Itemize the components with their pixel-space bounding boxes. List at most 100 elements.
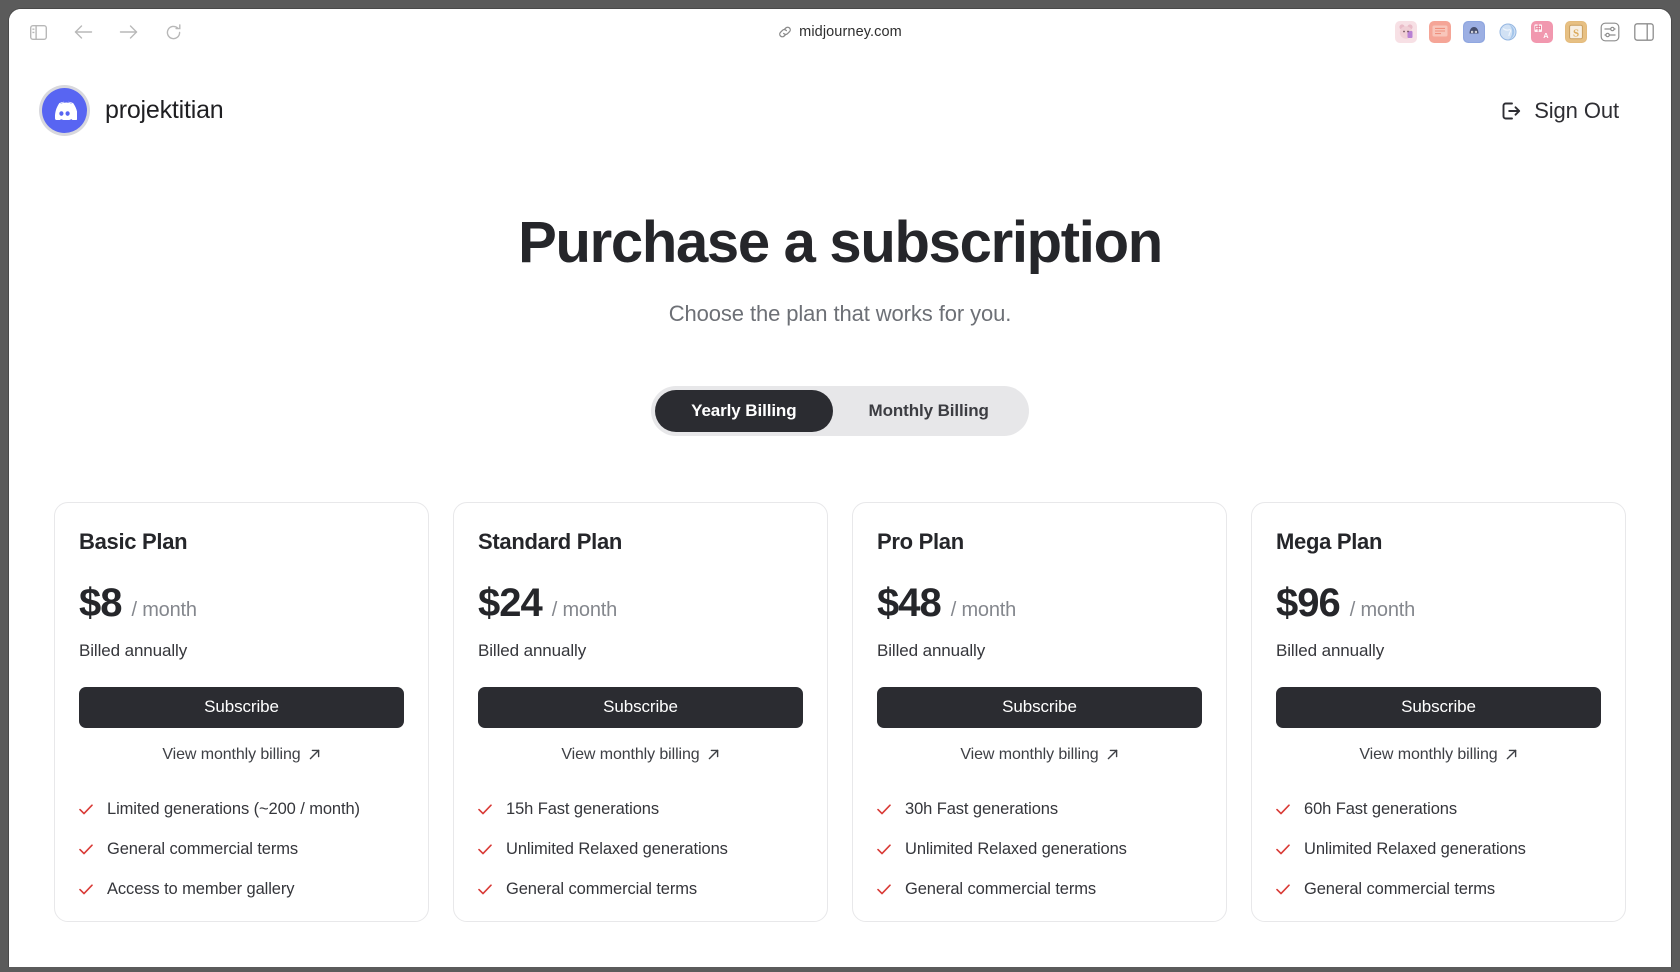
- bear-character-extension-icon[interactable]: [1395, 21, 1417, 43]
- settings-sliders-extension-icon[interactable]: [1599, 21, 1621, 43]
- brand-username: projektitian: [105, 96, 224, 124]
- feature-label: General commercial terms: [1304, 879, 1496, 898]
- back-arrow-icon[interactable]: [70, 19, 96, 45]
- profile-avatar-extension-icon[interactable]: [1463, 21, 1485, 43]
- feature-label: 60h Fast generations: [1304, 799, 1458, 818]
- view-monthly-billing-link[interactable]: View monthly billing: [877, 746, 1202, 764]
- plan-price-row: $96 / month: [1276, 581, 1601, 626]
- feature-label: Unlimited Relaxed generations: [1304, 839, 1526, 858]
- address-bar-inner[interactable]: midjourney.com: [778, 24, 902, 40]
- brand-user[interactable]: projektitian: [42, 88, 224, 133]
- feature-item: Unlimited Relaxed generations: [478, 840, 803, 859]
- s-extension-icon[interactable]: S: [1565, 21, 1587, 43]
- arrow-up-right-icon: [308, 748, 321, 761]
- view-monthly-billing-link[interactable]: View monthly billing: [1276, 746, 1601, 764]
- alt-billing-label: View monthly billing: [960, 745, 1099, 763]
- feature-label: General commercial terms: [905, 879, 1097, 898]
- arrow-up-right-icon: [1505, 748, 1518, 761]
- check-icon: [478, 844, 492, 855]
- plan-name: Standard Plan: [478, 528, 623, 554]
- plan-period: / month: [1349, 598, 1416, 621]
- plan-card-standard: Standard Plan $24 / month Billed annuall…: [453, 501, 828, 922]
- notes-extension-icon[interactable]: [1429, 21, 1451, 43]
- plan-name: Pro Plan: [877, 528, 964, 554]
- billing-period-toggle[interactable]: Yearly Billing Monthly Billing: [651, 385, 1029, 436]
- check-icon: [79, 844, 93, 855]
- feature-item: General commercial terms: [79, 840, 404, 859]
- feature-item: Access to member gallery: [79, 880, 404, 899]
- feature-item: 60h Fast generations: [1276, 800, 1601, 819]
- feature-item: 15h Fast generations: [478, 800, 803, 819]
- desktop-bottom-strip: [0, 967, 1680, 972]
- alt-billing-label: View monthly billing: [162, 745, 301, 763]
- feature-label: 30h Fast generations: [905, 799, 1059, 818]
- subscribe-button[interactable]: Subscribe: [1276, 686, 1601, 728]
- check-icon: [1276, 804, 1290, 815]
- plan-card-pro: Pro Plan $48 / month Billed annually Sub…: [852, 501, 1227, 922]
- check-icon: [1276, 884, 1290, 895]
- plan-billed-note: Billed annually: [1276, 640, 1385, 660]
- feature-item: Unlimited Relaxed generations: [877, 840, 1202, 859]
- feature-label: 15h Fast generations: [506, 799, 660, 818]
- site-header: projektitian Sign Out: [9, 55, 1671, 133]
- sign-out-button[interactable]: Sign Out: [1499, 98, 1619, 124]
- plan-price-row: $48 / month: [877, 581, 1202, 626]
- toggle-monthly-billing[interactable]: Monthly Billing: [833, 390, 1025, 432]
- browser-toolbar: midjourney.com 中 A S: [9, 9, 1671, 55]
- plan-features: 60h Fast generations Unlimited Relaxed g…: [1276, 800, 1601, 899]
- check-icon: [79, 804, 93, 815]
- reload-icon[interactable]: [160, 19, 186, 45]
- feature-item: Unlimited Relaxed generations: [1276, 840, 1601, 859]
- toggle-yearly-billing[interactable]: Yearly Billing: [655, 389, 833, 432]
- sidebar-toggle-icon[interactable]: [25, 19, 51, 45]
- alt-billing-label: View monthly billing: [1359, 745, 1498, 763]
- plan-period: / month: [950, 598, 1017, 621]
- plan-card-basic: Basic Plan $8 / month Billed annually Su…: [54, 501, 429, 922]
- forward-arrow-icon[interactable]: [115, 19, 141, 45]
- check-icon: [877, 844, 891, 855]
- plan-period: / month: [131, 598, 198, 621]
- check-icon: [478, 884, 492, 895]
- pricing-plans: Basic Plan $8 / month Billed annually Su…: [9, 501, 1671, 922]
- plan-card-mega: Mega Plan $96 / month Billed annually Su…: [1251, 501, 1626, 922]
- arrow-up-right-icon: [707, 748, 720, 761]
- view-monthly-billing-link[interactable]: View monthly billing: [79, 746, 404, 764]
- side-panel-extension-icon[interactable]: [1633, 21, 1655, 43]
- subscribe-button[interactable]: Subscribe: [877, 686, 1202, 728]
- plan-price-row: $8 / month: [79, 581, 404, 626]
- browser-nav-controls: [25, 19, 186, 45]
- plan-features: Limited generations (~200 / month) Gener…: [79, 800, 404, 899]
- check-icon: [877, 884, 891, 895]
- subscribe-button[interactable]: Subscribe: [79, 686, 404, 728]
- page-content: projektitian Sign Out Purchase a subscri…: [9, 55, 1671, 967]
- sign-out-label: Sign Out: [1534, 97, 1619, 123]
- alt-billing-label: View monthly billing: [561, 745, 700, 763]
- page-subtitle: Choose the plan that works for you.: [668, 300, 1012, 326]
- plan-price-row: $24 / month: [478, 581, 803, 626]
- feature-label: Limited generations (~200 / month): [107, 799, 360, 818]
- globe-extension-icon[interactable]: [1497, 21, 1519, 43]
- check-icon: [478, 804, 492, 815]
- discord-icon: [42, 88, 87, 133]
- plan-period: / month: [551, 598, 618, 621]
- plan-features: 30h Fast generations Unlimited Relaxed g…: [877, 800, 1202, 899]
- feature-item: General commercial terms: [1276, 880, 1601, 899]
- feature-item: Limited generations (~200 / month): [79, 800, 404, 819]
- translate-extension-icon[interactable]: 中 A: [1531, 21, 1553, 43]
- view-monthly-billing-link[interactable]: View monthly billing: [478, 746, 803, 764]
- desktop-background: midjourney.com 中 A S projektitian Sign O…: [0, 0, 1680, 972]
- plan-billed-note: Billed annually: [877, 640, 986, 660]
- feature-label: Unlimited Relaxed generations: [905, 839, 1127, 858]
- check-icon: [79, 884, 93, 895]
- feature-item: General commercial terms: [478, 880, 803, 899]
- billing-toggle-wrapper: Yearly Billing Monthly Billing: [9, 385, 1671, 436]
- browser-extensions: 中 A S: [1395, 21, 1655, 43]
- plan-price: $48: [877, 580, 942, 625]
- plan-billed-note: Billed annually: [79, 640, 188, 660]
- feature-item: General commercial terms: [877, 880, 1202, 899]
- subscribe-button[interactable]: Subscribe: [478, 686, 803, 728]
- sign-out-icon: [1499, 99, 1523, 123]
- plan-features: 15h Fast generations Unlimited Relaxed g…: [478, 800, 803, 899]
- feature-label: General commercial terms: [107, 839, 299, 858]
- url-text: midjourney.com: [799, 24, 902, 40]
